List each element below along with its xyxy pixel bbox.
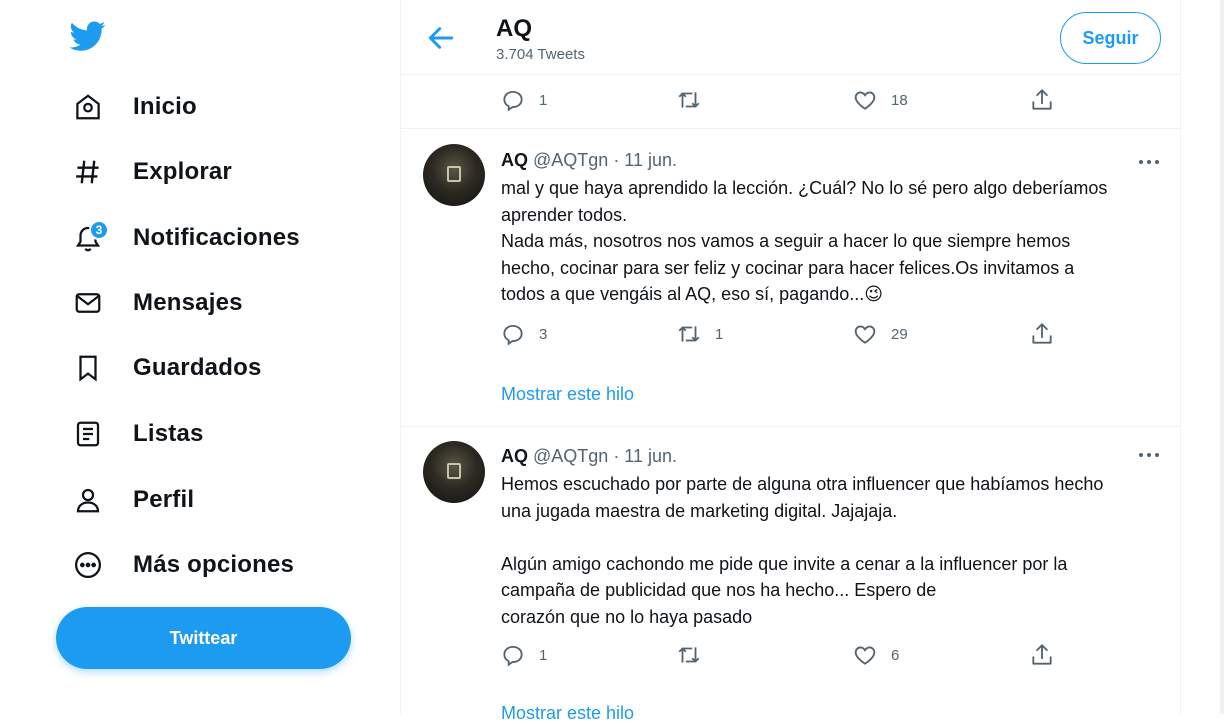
heart-icon (854, 91, 876, 110)
sidebar-item-label: Notificaciones (133, 224, 300, 251)
profile-icon (66, 478, 110, 522)
like-count: 29 (891, 325, 908, 343)
reply-button[interactable]: 3 (500, 320, 547, 348)
retweet-icon (678, 647, 700, 663)
reply-icon (503, 324, 523, 346)
more-options-icon (66, 543, 110, 587)
page-title: AQ (496, 15, 532, 42)
share-button[interactable] (1029, 641, 1055, 669)
timeline: AQ 3.704 Tweets Seguir 1 18 AQ @AQTgn · … (400, 0, 1181, 723)
reply-count: 3 (539, 325, 548, 343)
sidebar-item-guardados[interactable]: Guardados (66, 343, 262, 393)
heart-icon (854, 325, 876, 344)
sidebar-item-explorar[interactable]: Explorar (66, 147, 232, 197)
sidebar-item-perfil[interactable]: Perfil (66, 475, 194, 525)
share-button[interactable] (1029, 86, 1055, 114)
more-icon[interactable] (1136, 152, 1162, 172)
bell-icon: 3 (66, 216, 110, 260)
share-icon (1032, 323, 1052, 344)
tweet-author-name[interactable]: AQ (501, 446, 528, 466)
back-arrow-icon[interactable] (425, 22, 457, 54)
sidebar-item-label: Más opciones (133, 551, 295, 578)
follow-button[interactable]: Seguir (1060, 12, 1161, 64)
more-icon[interactable] (1136, 445, 1162, 465)
sidebar-item-label: Explorar (133, 158, 232, 185)
share-button[interactable] (1029, 320, 1055, 348)
tweet-author-name[interactable]: AQ (501, 150, 528, 170)
like-button[interactable]: 18 (852, 86, 908, 114)
sidebar-item-notificaciones[interactable]: 3 Notificaciones (66, 213, 300, 263)
tweet-header: AQ @AQTgn · 11 jun. (501, 150, 677, 171)
scrollbar[interactable] (1220, 0, 1224, 714)
share-icon (1032, 644, 1052, 665)
retweet-button[interactable] (676, 641, 715, 669)
sidebar: Inicio Explorar 3 Notificaciones Mensaje… (0, 0, 400, 714)
reply-button[interactable]: 1 (500, 86, 547, 114)
retweet-button[interactable] (676, 86, 715, 114)
retweet-icon (678, 92, 700, 108)
like-button[interactable]: 6 (852, 641, 899, 669)
reply-button[interactable]: 1 (500, 641, 547, 669)
like-button[interactable]: 29 (852, 320, 908, 348)
tweet-meta[interactable]: @AQTgn · 11 jun. (533, 150, 677, 170)
tweet-text: mal y que haya aprendido la lección. ¿Cu… (501, 178, 1108, 304)
sidebar-item-inicio[interactable]: Inicio (66, 82, 197, 132)
sidebar-item-label: Mensajes (133, 289, 243, 316)
retweet-count: 1 (715, 325, 724, 343)
envelope-icon (66, 281, 110, 325)
retweet-icon (678, 326, 700, 342)
sidebar-item-label: Listas (133, 420, 204, 447)
reply-count: 1 (539, 646, 548, 664)
sidebar-item-label: Guardados (133, 354, 262, 381)
tweet-text: Hemos escuchado por parte de alguna otra… (501, 474, 1104, 627)
tweet-header: AQ @AQTgn · 11 jun. (501, 446, 677, 467)
bookmark-icon (66, 346, 110, 390)
hashtag-icon (66, 150, 110, 194)
list-icon (66, 412, 110, 456)
tweet-meta[interactable]: @AQTgn · 11 jun. (533, 446, 677, 466)
profile-header: AQ 3.704 Tweets Seguir (401, 0, 1180, 75)
heart-icon (854, 646, 876, 665)
tweet[interactable]: AQ @AQTgn · 11 jun. Hemos escuchado por … (401, 426, 1180, 723)
notification-badge: 3 (89, 220, 109, 240)
tweet[interactable]: AQ @AQTgn · 11 jun. mal y que haya apren… (401, 128, 1180, 427)
like-count: 6 (891, 646, 900, 664)
sidebar-item-mensajes[interactable]: Mensajes (66, 278, 243, 328)
share-icon (1032, 89, 1052, 110)
reply-icon (503, 90, 523, 112)
reply-icon (503, 645, 523, 667)
reply-count: 1 (539, 91, 548, 109)
sidebar-item-mas-opciones[interactable]: Más opciones (66, 540, 294, 590)
twitter-logo-icon[interactable] (68, 18, 108, 54)
like-count: 18 (891, 91, 908, 109)
tweet-count: 3.704 Tweets (496, 46, 585, 63)
home-icon (66, 85, 110, 129)
avatar[interactable] (423, 144, 485, 206)
sidebar-item-label: Inicio (133, 93, 197, 120)
avatar[interactable] (423, 441, 485, 503)
sidebar-item-label: Perfil (133, 486, 195, 513)
tweet-actions-top: 1 18 (401, 74, 1180, 129)
show-thread-link[interactable]: Mostrar este hilo (501, 384, 634, 405)
retweet-button[interactable]: 1 (676, 320, 723, 348)
sidebar-item-listas[interactable]: Listas (66, 409, 204, 459)
tweet-button[interactable]: Twittear (56, 607, 351, 669)
